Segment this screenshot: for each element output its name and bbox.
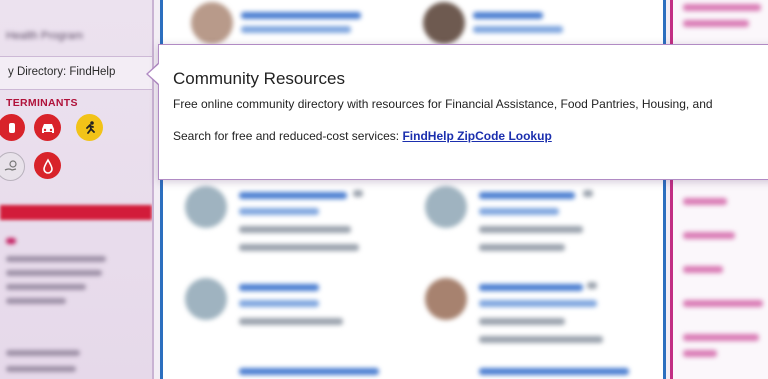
community-resources-popover: Community Resources Free online communit… [158, 44, 768, 180]
sidebar: Health Program y Directory: FindHelp TER… [0, 0, 154, 379]
section-title-determinants: TERMINANTS [6, 97, 78, 109]
blurred-text [6, 366, 76, 372]
hand-icon[interactable] [0, 114, 25, 141]
sidebar-item-label: y Directory: FindHelp [8, 66, 116, 78]
sidebar-item-directory-findhelp[interactable]: y Directory: FindHelp [0, 56, 152, 90]
hand-coin-icon[interactable] [0, 152, 25, 181]
blurred-text [6, 298, 66, 304]
sidebar-highlight-bar[interactable] [0, 205, 152, 220]
bullet [6, 238, 16, 244]
findhelp-zipcode-lookup-link[interactable]: FindHelp ZipCode Lookup [402, 129, 551, 143]
popover-search-line: Search for free and reduced-cost service… [173, 129, 552, 143]
blurred-text [6, 256, 106, 262]
blood-drop-icon[interactable] [34, 152, 61, 179]
search-prefix-text: Search for free and reduced-cost service… [173, 129, 403, 143]
blurred-text [6, 270, 102, 276]
blurred-text [6, 350, 80, 356]
popover-arrow-fill [148, 64, 159, 84]
blurred-text [6, 284, 86, 290]
popover-description: Free online community directory with res… [173, 97, 713, 111]
car-icon[interactable] [34, 114, 61, 141]
runner-icon[interactable] [76, 114, 103, 141]
sidebar-item-health-program[interactable]: Health Program [6, 30, 83, 42]
popover-title: Community Resources [173, 69, 345, 88]
